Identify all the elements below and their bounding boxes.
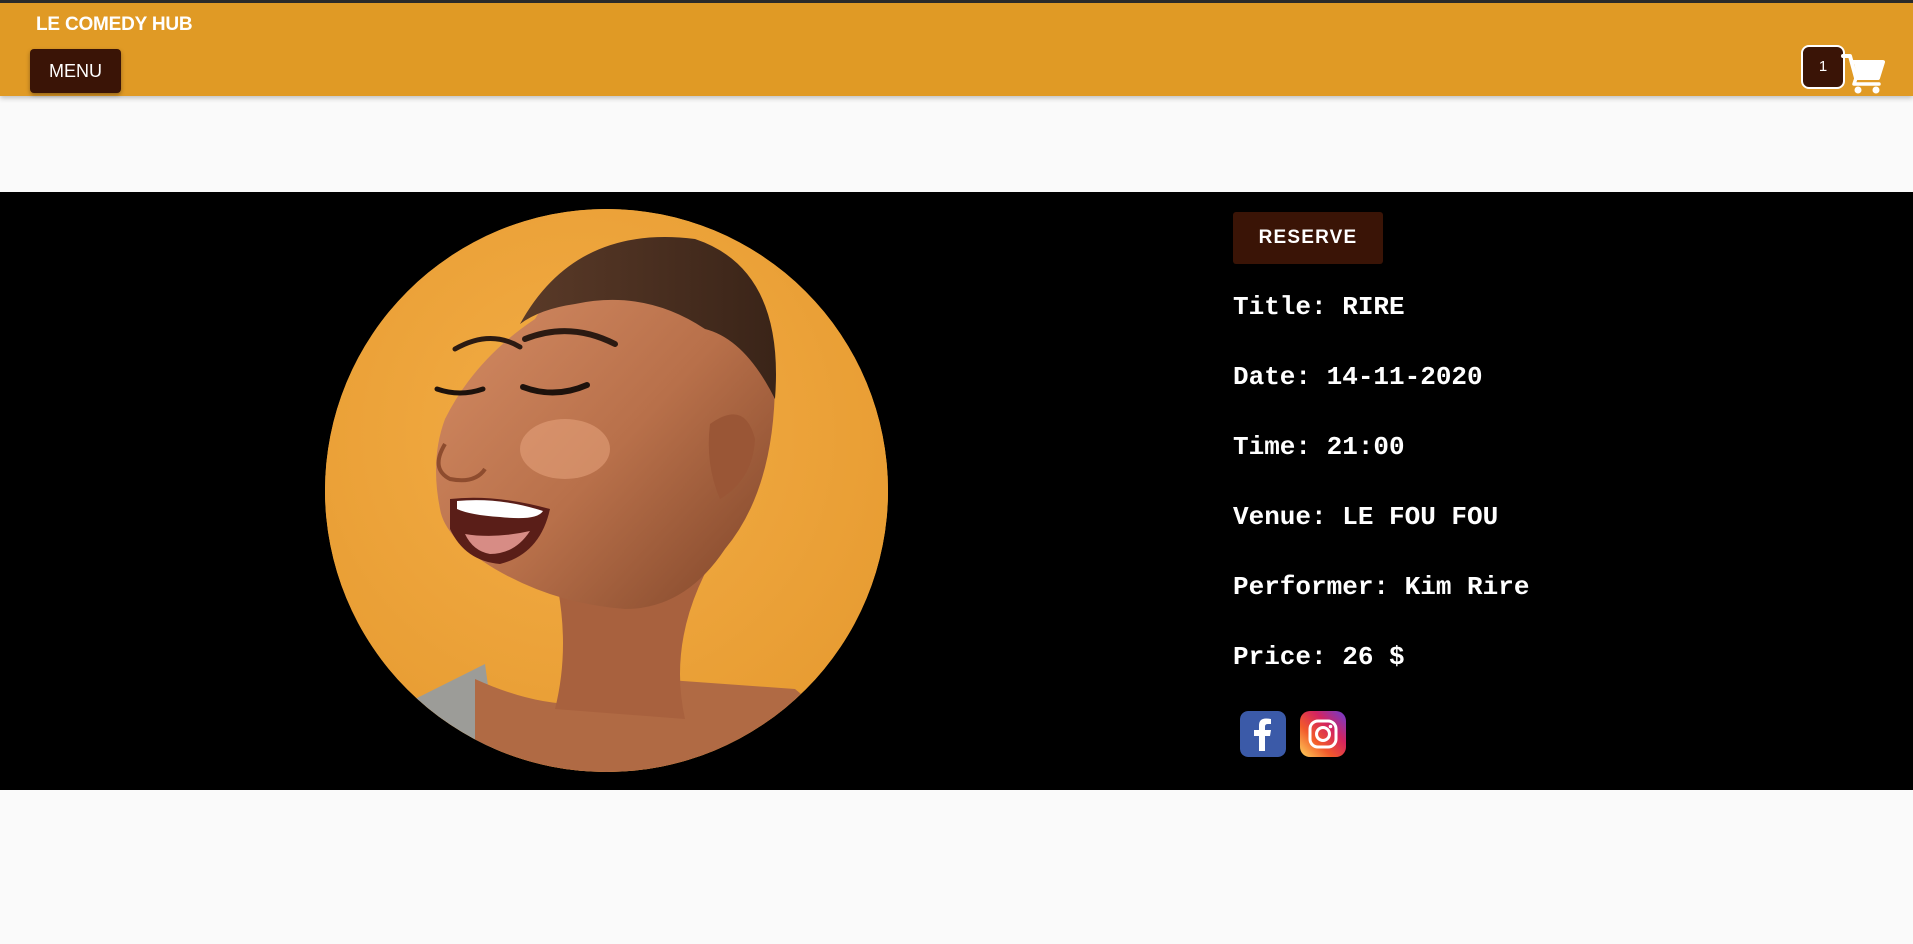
menu-button[interactable]: MENU [30,49,121,93]
cart-count-badge[interactable]: 1 [1801,45,1845,89]
cart-icon[interactable] [1841,51,1885,95]
show-venue: Venue: LE FOU FOU [1233,502,1499,532]
show-date: Date: 14-11-2020 [1233,362,1483,392]
facebook-icon[interactable] [1240,711,1286,757]
instagram-icon[interactable] [1300,711,1346,757]
performer-photo [325,209,888,772]
performer-portrait [325,209,888,772]
show-detail-section: RESERVE Title: RIRE Date: 14-11-2020 Tim… [0,192,1913,790]
reserve-button[interactable]: RESERVE [1233,212,1383,264]
show-performer: Performer: Kim Rire [1233,572,1530,602]
show-price: Price: 26 $ [1233,642,1405,672]
top-app-bar: LE COMEDY HUB MENU 1 [0,0,1913,96]
brand-title: LE COMEDY HUB [36,14,193,35]
show-title: Title: RIRE [1233,292,1405,322]
show-time: Time: 21:00 [1233,432,1405,462]
